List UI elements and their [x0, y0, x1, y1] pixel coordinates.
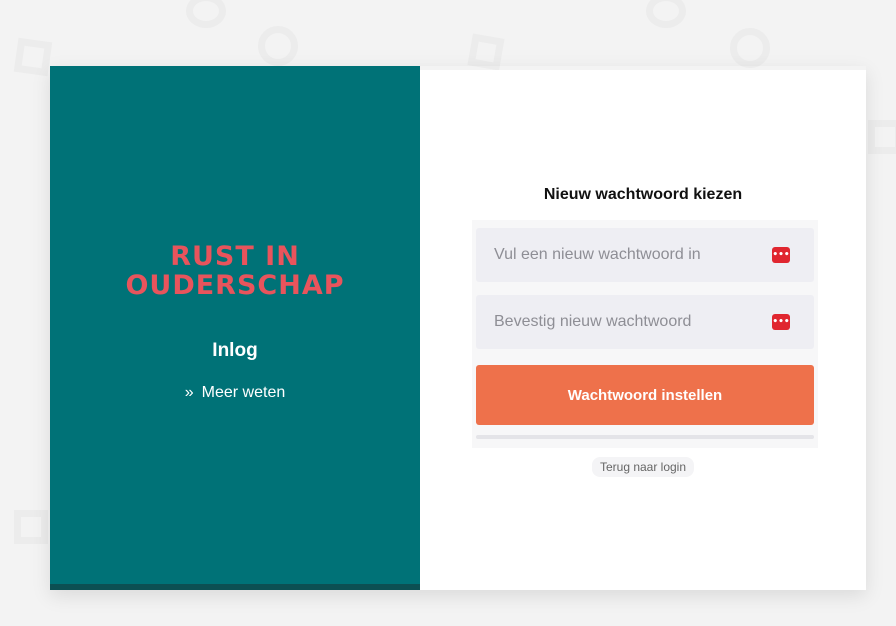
password-form: ••• ••• Wachtwoord instellen	[472, 220, 818, 448]
brand-line-1: RUST IN	[170, 241, 300, 272]
background-square-shape	[14, 510, 48, 544]
background-circle-shape	[646, 0, 686, 28]
confirm-password-field-wrapper: •••	[476, 295, 814, 349]
more-info-link[interactable]: » Meer weten	[50, 384, 420, 402]
background-square-shape	[13, 37, 53, 77]
brand-line-2: OUDERSCHAP	[125, 270, 345, 301]
login-card: RUST IN OUDERSCHAP Inlog » Meer weten Nie…	[50, 66, 866, 590]
back-to-login-link[interactable]: Terug naar login	[591, 457, 695, 477]
background-circle-shape	[186, 0, 226, 28]
form-title: Nieuw wachtwoord kiezen	[543, 186, 743, 203]
new-password-input[interactable]	[476, 228, 764, 282]
brand-panel: RUST IN OUDERSCHAP Inlog » Meer weten	[50, 66, 420, 590]
new-password-field-wrapper: •••	[476, 228, 814, 282]
background-circle-shape	[730, 28, 770, 68]
set-password-button[interactable]: Wachtwoord instellen	[476, 365, 814, 425]
password-panel: Nieuw wachtwoord kiezen ••• ••• Wachtwoo…	[420, 70, 866, 590]
brand-logo-text: RUST IN OUDERSCHAP	[50, 242, 420, 300]
password-manager-key-icon[interactable]: •••	[772, 247, 790, 263]
background-circle-shape	[258, 26, 298, 66]
password-manager-key-icon[interactable]: •••	[772, 314, 790, 330]
password-strength-bar	[476, 435, 814, 439]
more-info-label: Meer weten	[201, 384, 286, 401]
background-square-shape	[467, 33, 505, 71]
background-square-shape	[868, 120, 896, 154]
double-chevron-right-icon: »	[184, 384, 194, 401]
login-heading: Inlog	[212, 340, 258, 361]
confirm-password-input[interactable]	[476, 295, 764, 349]
